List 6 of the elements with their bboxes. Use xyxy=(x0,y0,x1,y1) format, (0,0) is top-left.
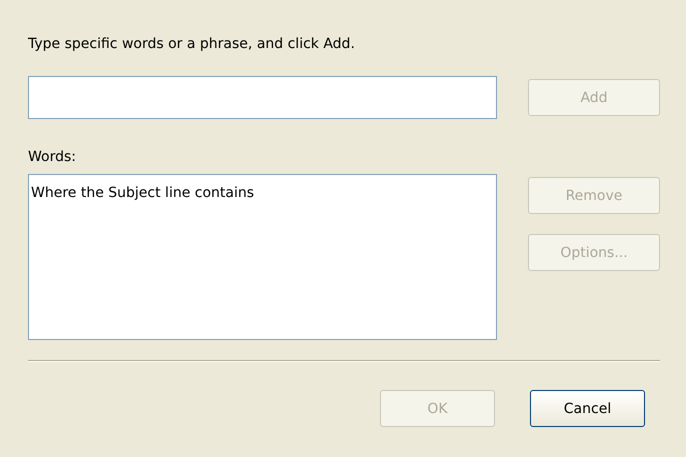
instruction-text: Type specific words or a phrase, and click Add. xyxy=(28,35,356,54)
words-label: Words: xyxy=(28,148,77,167)
input-field[interactable] xyxy=(28,76,497,119)
words-list[interactable]: Where the Subject line contains xyxy=(28,174,497,340)
cancel-button[interactable]: Cancel xyxy=(530,390,645,427)
list-item[interactable]: Where the Subject line contains xyxy=(30,183,495,203)
